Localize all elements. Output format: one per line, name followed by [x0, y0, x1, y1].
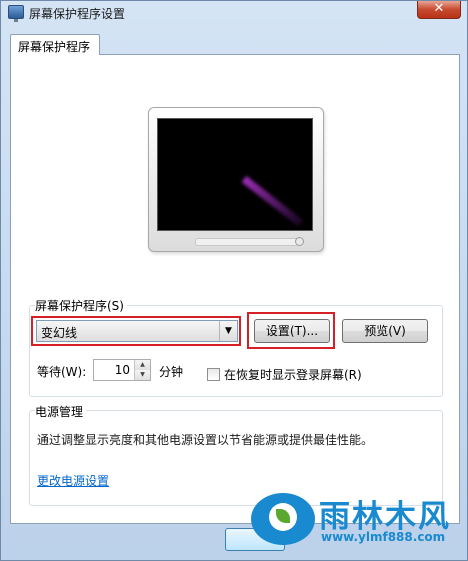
- preview-screen: [157, 118, 313, 231]
- power-description: 通过调整显示亮度和其他电源设置以节省能源或提供最佳性能。: [37, 433, 374, 447]
- power-led-icon: [295, 237, 304, 246]
- monitor-preview: [148, 107, 324, 252]
- minutes-label: 分钟: [159, 365, 184, 379]
- screensaver-group-label: 屏幕保护程序(S): [35, 297, 127, 314]
- spin-down-icon[interactable]: ▼: [134, 370, 150, 380]
- monitor-base-bar: [195, 238, 299, 246]
- preview-button[interactable]: 预览(V): [342, 319, 428, 343]
- highlight-settings-box: [247, 312, 335, 349]
- watermark-url: www.ylmf888.com: [321, 530, 446, 544]
- resume-logon-checkbox[interactable]: [207, 368, 220, 381]
- highlight-select-box: [31, 316, 241, 346]
- mystify-streak: [241, 175, 304, 227]
- window-title: 屏幕保护程序设置: [29, 7, 126, 21]
- tab-screensaver[interactable]: 屏幕保护程序: [10, 34, 100, 55]
- close-icon: ✕: [433, 1, 445, 16]
- screensaver-settings-window: 屏幕保护程序设置 ✕ 屏幕保护程序 屏幕保护程序(S) 变幻线 ▼ 设置(T).…: [0, 0, 468, 561]
- close-button[interactable]: ✕: [417, 1, 461, 19]
- wait-label: 等待(W):: [37, 365, 87, 379]
- leaf-icon: [269, 503, 297, 531]
- change-power-settings-link[interactable]: 更改电源设置: [37, 472, 109, 489]
- title-bar: 屏幕保护程序设置 ✕: [1, 1, 467, 25]
- resume-logon-label[interactable]: 在恢复时显示登录屏幕(R): [224, 366, 362, 383]
- power-group-label: 电源管理: [35, 403, 87, 420]
- watermark-logo-icon: [251, 493, 315, 545]
- wait-minutes-stepper[interactable]: 10 ▲ ▼: [93, 359, 151, 381]
- monitor-icon: [8, 5, 24, 22]
- wait-minutes-value: 10: [114, 363, 130, 377]
